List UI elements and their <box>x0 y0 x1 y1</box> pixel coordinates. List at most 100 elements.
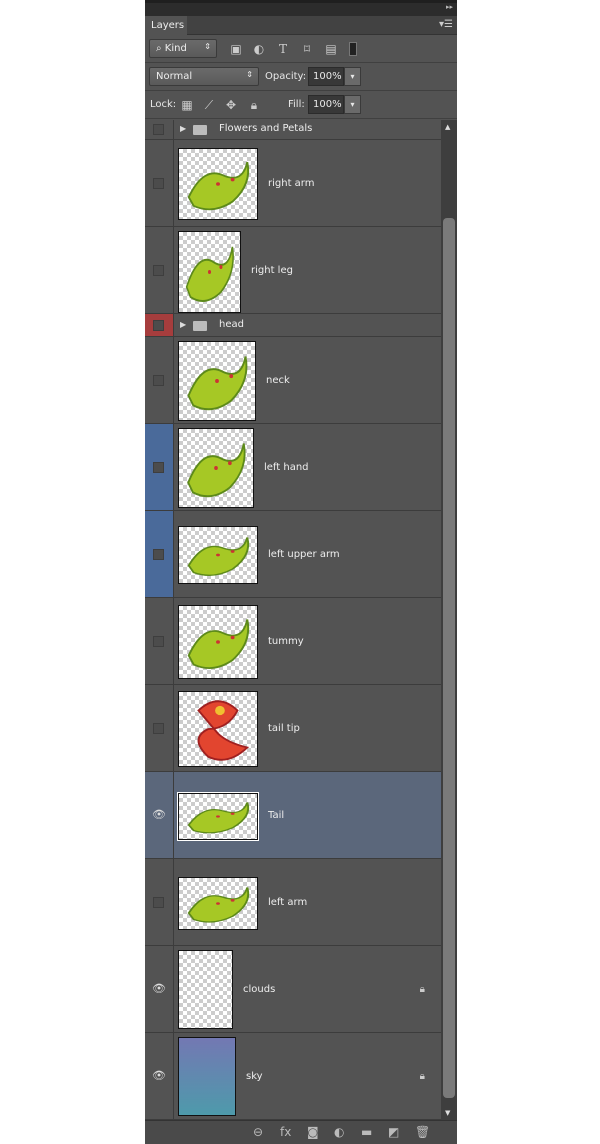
eye-icon: 👁︎ <box>152 807 166 821</box>
layer-name[interactable]: Tail <box>268 810 284 821</box>
scrollbar-thumb[interactable] <box>443 218 455 1098</box>
lock-transparent-icon[interactable]: ▦ <box>180 98 194 112</box>
folder-icon[interactable]: ▬ <box>361 1125 372 1139</box>
mask-icon[interactable]: ◙ <box>307 1125 319 1139</box>
layer-name[interactable]: left upper arm <box>268 549 340 560</box>
scroll-down-icon[interactable]: ▼ <box>445 1109 450 1117</box>
layer-row[interactable]: ▶ Flowers and Petals <box>145 120 441 140</box>
visibility-toggle[interactable] <box>145 685 174 771</box>
visibility-toggle[interactable] <box>145 120 174 139</box>
updown-icon: ⇕ <box>246 70 253 79</box>
layer-name[interactable]: clouds <box>243 984 275 995</box>
lock-label: Lock: <box>150 99 177 110</box>
adjustment-icon[interactable]: ◐ <box>334 1125 344 1139</box>
blend-bar: Normal ⇕ Opacity: 100% ▾ <box>145 63 457 91</box>
layer-thumbnail <box>178 428 254 508</box>
layer-row[interactable]: left hand <box>145 424 441 511</box>
visibility-toggle[interactable]: 👁︎ <box>145 772 174 858</box>
lock-icon: 🔒︎ <box>419 984 425 995</box>
fx-icon[interactable]: fx <box>280 1125 291 1139</box>
filter-toggle[interactable] <box>349 42 357 56</box>
visibility-toggle[interactable] <box>145 859 174 945</box>
smart-object-filter-icon[interactable]: ▤ <box>324 42 338 56</box>
layer-name[interactable]: neck <box>266 375 290 386</box>
opacity-dropdown[interactable]: ▾ <box>344 67 361 86</box>
filter-kind-label: Kind <box>164 43 187 54</box>
layer-thumbnail <box>178 950 233 1029</box>
scroll-up-icon[interactable]: ▲ <box>445 123 450 131</box>
layer-name[interactable]: tail tip <box>268 723 300 734</box>
layer-row[interactable]: left arm <box>145 859 441 946</box>
layer-name[interactable]: right arm <box>268 178 314 189</box>
visibility-toggle[interactable]: 👁︎ <box>145 946 174 1032</box>
layer-thumbnail <box>178 605 258 679</box>
layer-row[interactable]: tail tip <box>145 685 441 772</box>
fill-dropdown[interactable]: ▾ <box>344 95 361 114</box>
layer-thumbnail <box>177 792 259 841</box>
opacity-input[interactable]: 100% <box>308 67 344 86</box>
new-layer-icon[interactable]: ◩ <box>388 1125 399 1139</box>
layer-row[interactable]: right leg <box>145 227 441 314</box>
panel-header: ▸▸ <box>145 0 457 16</box>
visibility-toggle[interactable] <box>145 314 174 336</box>
adjustment-filter-icon[interactable]: ◐ <box>252 42 266 56</box>
layer-thumbnail <box>178 148 258 220</box>
layers-panel: ▸▸ Layers ▾☰ ⌕ Kind ⇕ ▣ ◐ T ⌑ ▤ Normal ⇕ O… <box>145 0 457 1144</box>
layer-name[interactable]: right leg <box>251 265 293 276</box>
visibility-box <box>153 548 164 560</box>
layer-thumbnail <box>178 877 258 930</box>
panel-footer: ⊖ fx ◙ ◐ ▬ ◩ 🗑︎ <box>145 1120 457 1144</box>
folder-icon <box>193 320 207 331</box>
collapse-icon[interactable]: ▸▸ <box>446 3 453 11</box>
panel-menu-icon[interactable]: ▾☰ <box>439 19 453 30</box>
layer-row[interactable]: right arm <box>145 140 441 227</box>
fill-label: Fill: <box>288 99 305 110</box>
expand-arrow-icon[interactable]: ▶ <box>180 320 186 329</box>
image-filter-icon[interactable]: ▣ <box>229 42 243 56</box>
trash-icon[interactable]: 🗑︎ <box>415 1125 430 1139</box>
lock-brush-icon[interactable]: ⟋ <box>202 98 216 112</box>
tab-layers[interactable]: Layers <box>145 16 187 35</box>
layer-row[interactable]: 👁︎ sky 🔒︎ <box>145 1033 441 1120</box>
lock-position-icon[interactable]: ✥ <box>224 98 238 112</box>
lock-icon: 🔒︎ <box>419 1071 425 1082</box>
layer-name[interactable]: sky <box>246 1071 263 1082</box>
updown-icon: ⇕ <box>204 42 211 51</box>
type-filter-icon[interactable]: T <box>276 42 290 56</box>
visibility-toggle[interactable] <box>145 337 174 423</box>
shape-filter-icon[interactable]: ⌑ <box>300 42 314 56</box>
layer-name[interactable]: left hand <box>264 462 309 473</box>
lock-all-icon[interactable]: 🔒︎ <box>247 98 261 112</box>
opacity-label: Opacity: <box>265 71 307 82</box>
visibility-toggle[interactable] <box>145 511 174 597</box>
visibility-box <box>153 177 164 189</box>
visibility-box <box>153 722 164 734</box>
layer-name[interactable]: tummy <box>268 636 304 647</box>
layer-name[interactable]: head <box>219 319 244 330</box>
visibility-toggle[interactable] <box>145 598 174 684</box>
filter-kind-select[interactable]: ⌕ Kind ⇕ <box>149 39 217 58</box>
layer-row[interactable]: 👁︎ clouds 🔒︎ <box>145 946 441 1033</box>
visibility-toggle[interactable] <box>145 227 174 313</box>
link-icon[interactable]: ⊖ <box>253 1125 263 1139</box>
filter-bar: ⌕ Kind ⇕ ▣ ◐ T ⌑ ▤ <box>145 35 457 63</box>
layer-name[interactable]: left arm <box>268 897 307 908</box>
visibility-box <box>153 635 164 647</box>
layer-row[interactable]: tummy <box>145 598 441 685</box>
layer-row[interactable]: neck <box>145 337 441 424</box>
fill-input[interactable]: 100% <box>308 95 344 114</box>
layer-row[interactable]: left upper arm <box>145 511 441 598</box>
visibility-box <box>153 374 164 386</box>
expand-arrow-icon[interactable]: ▶ <box>180 124 186 133</box>
scrollbar[interactable]: ▲ ▼ <box>441 120 457 1120</box>
visibility-toggle[interactable] <box>145 140 174 226</box>
layer-thumbnail <box>178 526 258 584</box>
layer-name[interactable]: Flowers and Petals <box>219 123 312 134</box>
layer-row[interactable]: ▶ head <box>145 314 441 337</box>
visibility-toggle[interactable]: 👁︎ <box>145 1033 174 1119</box>
visibility-toggle[interactable] <box>145 424 174 510</box>
eye-icon: 👁︎ <box>152 981 166 995</box>
blend-mode-value: Normal <box>156 71 193 82</box>
blend-mode-select[interactable]: Normal ⇕ <box>149 67 259 86</box>
layer-row[interactable]: 👁︎ Tail <box>145 772 441 859</box>
